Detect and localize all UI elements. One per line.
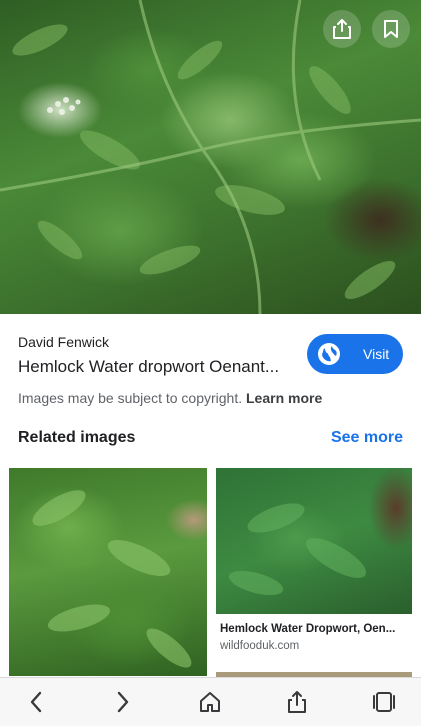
image-title[interactable]: Hemlock Water dropwort Oenant... bbox=[18, 357, 298, 377]
related-image-1-foliage bbox=[32, 490, 192, 668]
hero-image[interactable] bbox=[0, 0, 421, 314]
learn-more-link[interactable]: Learn more bbox=[246, 390, 322, 406]
related-image-2-caption[interactable]: Hemlock Water Dropwort, Oen... bbox=[220, 623, 408, 635]
browser-toolbar bbox=[0, 677, 421, 726]
related-image-1[interactable] bbox=[9, 468, 207, 676]
visit-label: Visit bbox=[363, 346, 390, 362]
forward-icon bbox=[117, 691, 129, 713]
tabs-icon bbox=[373, 692, 395, 712]
forward-button[interactable] bbox=[109, 688, 137, 716]
related-image-2-foliage bbox=[228, 503, 367, 596]
back-button[interactable] bbox=[22, 688, 50, 716]
hero-bookmark-button[interactable] bbox=[372, 10, 410, 48]
visit-button[interactable]: Visit bbox=[307, 334, 403, 374]
hero-share-button[interactable] bbox=[323, 10, 361, 48]
related-images-heading: Related images bbox=[18, 429, 136, 446]
related-image-2-domain: wildfooduk.com bbox=[220, 640, 300, 652]
copyright-text: Images may be subject to copyright. bbox=[18, 390, 243, 406]
share-icon bbox=[333, 19, 351, 39]
home-icon bbox=[200, 692, 220, 712]
bookmark-icon bbox=[384, 20, 398, 38]
copyright-notice: Images may be subject to copyright. Lear… bbox=[18, 390, 322, 406]
toolbar-share-button[interactable] bbox=[283, 688, 311, 716]
related-image-2[interactable] bbox=[216, 468, 412, 614]
see-more-link[interactable]: See more bbox=[331, 429, 403, 447]
globe-icon bbox=[318, 343, 340, 365]
tabs-button[interactable] bbox=[370, 688, 398, 716]
home-button[interactable] bbox=[196, 688, 224, 716]
image-source: David Fenwick bbox=[18, 334, 110, 350]
hero-foliage bbox=[0, 0, 421, 314]
back-icon bbox=[30, 691, 42, 713]
share-icon bbox=[288, 691, 306, 713]
